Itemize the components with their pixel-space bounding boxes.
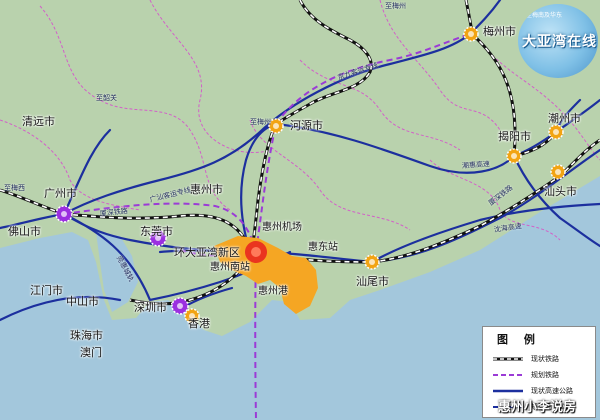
label-shantou: 汕头市 [544, 185, 577, 198]
label-huizhou-south: 惠州南站 [210, 262, 250, 273]
badge-title: 大亚湾在线 [522, 34, 597, 50]
label-foshan: 佛山市 [8, 225, 41, 238]
label-dongguan: 东莞市 [140, 225, 173, 238]
label-zhongshan: 中山市 [66, 295, 99, 308]
node-heyuan-core [273, 123, 279, 129]
label-chaozhou: 潮州市 [548, 112, 581, 125]
label-to-meizhou-top: 至梅州 [385, 2, 406, 10]
label-huidong-station: 惠东站 [308, 242, 338, 253]
legend-label: 现状铁路 [531, 355, 559, 363]
watermark: 惠州小李说房 [498, 400, 577, 415]
label-hongkong: 香港 [188, 317, 210, 330]
node-shenzhen-core [177, 303, 183, 309]
node-guangzhou-core [61, 211, 67, 217]
legend-label: 规划铁路 [531, 371, 559, 379]
label-jiangmen: 江门市 [30, 284, 63, 297]
label-heyuan: 河源市 [290, 119, 323, 132]
legend-item-existing-rail: 现状铁路 [491, 353, 595, 365]
node-shanwei-core [369, 259, 375, 265]
node-chaozhou-core [553, 129, 559, 135]
badge-subtitle: 至梅南及华东 [526, 12, 563, 19]
label-zhuhai: 珠海市 [70, 329, 103, 342]
label-meizhou: 梅州市 [483, 25, 516, 38]
label-huizhou-port: 惠州港 [258, 286, 288, 297]
legend-item-planned-rail: 规划铁路 [491, 369, 595, 381]
map-canvas[interactable]: 梅州市 清远市 河源市 揭阳市 潮州市 汕头市 惠州市 广州市 佛山市 东莞市 … [0, 0, 600, 420]
node-meizhou-core [468, 31, 474, 37]
label-jieyang: 揭阳市 [498, 130, 531, 143]
label-new-area: 环大亚湾新区 [174, 246, 240, 259]
label-guangzhou: 广州市 [44, 187, 77, 200]
legend-title: 图 例 [497, 333, 541, 346]
legend-swatch-existing-rail [493, 357, 523, 361]
node-shantou-core [555, 169, 561, 175]
label-to-meixi: 至梅西 [4, 184, 25, 192]
label-shanwei: 汕尾市 [356, 275, 389, 288]
label-to-meizhou-mid: 至梅州 [250, 118, 271, 126]
label-macau: 澳门 [80, 346, 102, 359]
logo-badge: 至梅南及华东 大亚湾在线 [518, 4, 598, 78]
label-to-shaoguan: 至韶关 [96, 94, 117, 102]
legend-swatch-planned-rail [493, 374, 523, 376]
center-marker-core [251, 247, 261, 257]
node-jieyang-core [511, 153, 517, 159]
label-shenzhen: 深圳市 [134, 301, 167, 314]
label-qingyuan: 清远市 [22, 115, 55, 128]
label-huizhou: 惠州市 [190, 183, 223, 196]
label-airport: 惠州机场 [262, 222, 302, 233]
